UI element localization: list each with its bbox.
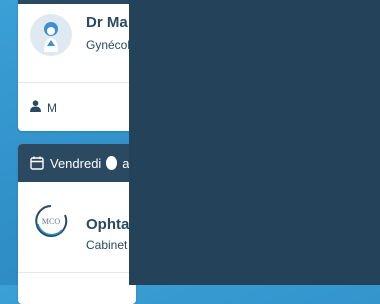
redaction-mark [106, 156, 118, 170]
clinic-logo: MCO [30, 200, 72, 242]
doctor-specialty: Cabinet [86, 238, 128, 252]
calendar-icon [30, 156, 44, 170]
appointment-card[interactable]: Dr Ma Gynécolo M [18, 0, 136, 131]
side-panel-overlay[interactable] [129, 0, 380, 285]
doctor-info: MCO Ophta Cabinet [18, 182, 136, 252]
appointment-card[interactable]: Vendredi ac MCO Ophta Cabinet [18, 144, 136, 304]
clinic-logo-text: MCO [41, 216, 61, 226]
appointment-date-label: Vendredi [50, 155, 102, 171]
doctor-name: Ophta [86, 216, 130, 233]
patient-row: M [30, 100, 123, 115]
divider [18, 82, 136, 83]
appointment-card-header: Vendredi ac [18, 144, 136, 182]
doctor-info: Dr Ma Gynécolo [18, 4, 136, 56]
redaction-mark [61, 100, 123, 115]
doctor-avatar-icon [30, 14, 72, 56]
redaction-mark [88, 198, 132, 214]
person-icon [30, 100, 41, 115]
divider [18, 272, 136, 273]
patient-name: M [47, 100, 57, 115]
